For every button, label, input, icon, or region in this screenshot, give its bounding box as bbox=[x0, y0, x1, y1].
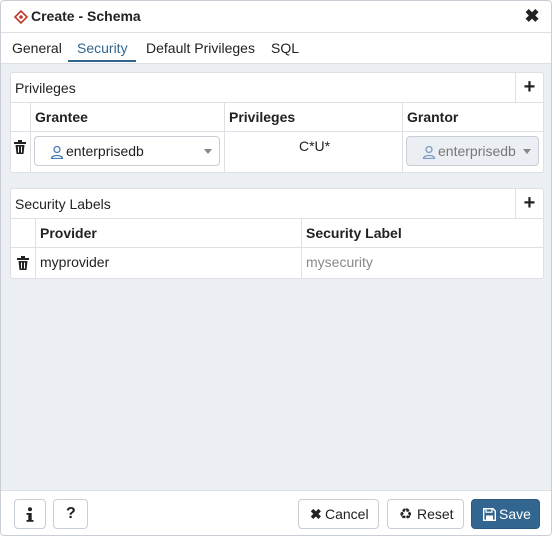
tab-sql[interactable]: SQL bbox=[271, 40, 299, 56]
privileges-header-row: Grantee Privileges Grantor bbox=[11, 103, 543, 132]
dialog-footer: ? ✖ Cancel ♻ Reset Save bbox=[1, 490, 551, 535]
security-label-value: mysecurity bbox=[306, 254, 373, 270]
close-icon[interactable]: ✖ bbox=[523, 7, 541, 25]
column-provider: Provider bbox=[40, 225, 97, 241]
security-labels-header-row: Provider Security Label bbox=[11, 219, 543, 248]
header-provider: Provider bbox=[36, 219, 302, 247]
column-security-label: Security Label bbox=[306, 225, 402, 241]
privileges-panel: Privileges + Grantee Privileges Grantor bbox=[10, 72, 544, 173]
table-row: enterprisedb C*U* enterprisedb bbox=[11, 132, 543, 172]
column-privileges: Privileges bbox=[229, 109, 296, 125]
column-grantor: Grantor bbox=[407, 109, 459, 125]
grantee-select[interactable]: enterprisedb bbox=[34, 136, 220, 166]
security-label-cell[interactable]: mysecurity bbox=[302, 248, 543, 278]
provider-cell[interactable]: myprovider bbox=[36, 248, 302, 278]
grantor-select: enterprisedb bbox=[406, 136, 539, 166]
header-grantee: Grantee bbox=[31, 103, 225, 131]
cancel-button[interactable]: ✖ Cancel bbox=[298, 499, 379, 529]
active-tab-indicator bbox=[68, 60, 136, 62]
create-schema-dialog: Create - Schema ✖ General Security Defau… bbox=[0, 0, 552, 536]
user-icon bbox=[50, 145, 64, 159]
privileges-cell[interactable]: C*U* bbox=[225, 132, 403, 172]
grantor-value: enterprisedb bbox=[438, 143, 516, 159]
table-row: myprovider mysecurity bbox=[11, 248, 543, 278]
trash-icon[interactable] bbox=[14, 140, 26, 154]
chevron-down-icon bbox=[204, 149, 212, 154]
security-labels-panel: Security Labels + Provider Security Labe… bbox=[10, 188, 544, 279]
reset-label: Reset bbox=[417, 506, 454, 522]
provider-value: myprovider bbox=[40, 254, 110, 270]
security-labels-header: Security Labels + bbox=[11, 189, 543, 219]
chevron-down-icon bbox=[523, 149, 531, 154]
save-icon bbox=[483, 508, 496, 521]
privileges-value: C*U* bbox=[299, 138, 331, 154]
user-icon bbox=[422, 145, 436, 159]
reset-button[interactable]: ♻ Reset bbox=[387, 499, 464, 529]
cancel-label: Cancel bbox=[325, 506, 369, 522]
info-button[interactable] bbox=[14, 499, 46, 529]
header-action-cell bbox=[11, 219, 36, 247]
tab-default-privileges[interactable]: Default Privileges bbox=[146, 40, 255, 56]
header-privileges: Privileges bbox=[225, 103, 403, 131]
schema-icon bbox=[14, 10, 28, 24]
header-security-label: Security Label bbox=[302, 219, 543, 247]
dialog-titlebar: Create - Schema ✖ bbox=[1, 1, 551, 33]
row-action-cell bbox=[11, 132, 31, 172]
dialog-body: Privileges + Grantee Privileges Grantor bbox=[1, 64, 551, 490]
column-grantee: Grantee bbox=[35, 109, 88, 125]
tab-security[interactable]: Security bbox=[77, 40, 128, 56]
privileges-header: Privileges + bbox=[11, 73, 543, 103]
trash-icon[interactable] bbox=[17, 256, 29, 270]
header-grantor: Grantor bbox=[403, 103, 543, 131]
save-label: Save bbox=[499, 506, 531, 522]
dialog-title: Create - Schema bbox=[31, 8, 141, 24]
tab-bar: General Security Default Privileges SQL bbox=[1, 33, 551, 64]
help-icon: ? bbox=[66, 505, 76, 522]
add-security-label-button[interactable]: + bbox=[515, 189, 543, 219]
grantee-value: enterprisedb bbox=[66, 143, 144, 159]
help-button[interactable]: ? bbox=[53, 499, 88, 529]
privileges-title: Privileges bbox=[15, 80, 76, 96]
grantor-cell: enterprisedb bbox=[403, 132, 543, 172]
security-labels-title: Security Labels bbox=[15, 196, 111, 212]
row-action-cell bbox=[11, 248, 36, 278]
tab-general[interactable]: General bbox=[12, 40, 62, 56]
save-button[interactable]: Save bbox=[471, 499, 540, 529]
add-privilege-button[interactable]: + bbox=[515, 73, 543, 103]
info-icon bbox=[26, 507, 34, 522]
close-icon: ✖ bbox=[310, 506, 322, 522]
plus-icon: + bbox=[523, 192, 536, 214]
recycle-icon: ♻ bbox=[399, 506, 413, 523]
grantee-cell: enterprisedb bbox=[31, 132, 225, 172]
plus-icon: + bbox=[523, 76, 536, 98]
header-action-cell bbox=[11, 103, 31, 131]
